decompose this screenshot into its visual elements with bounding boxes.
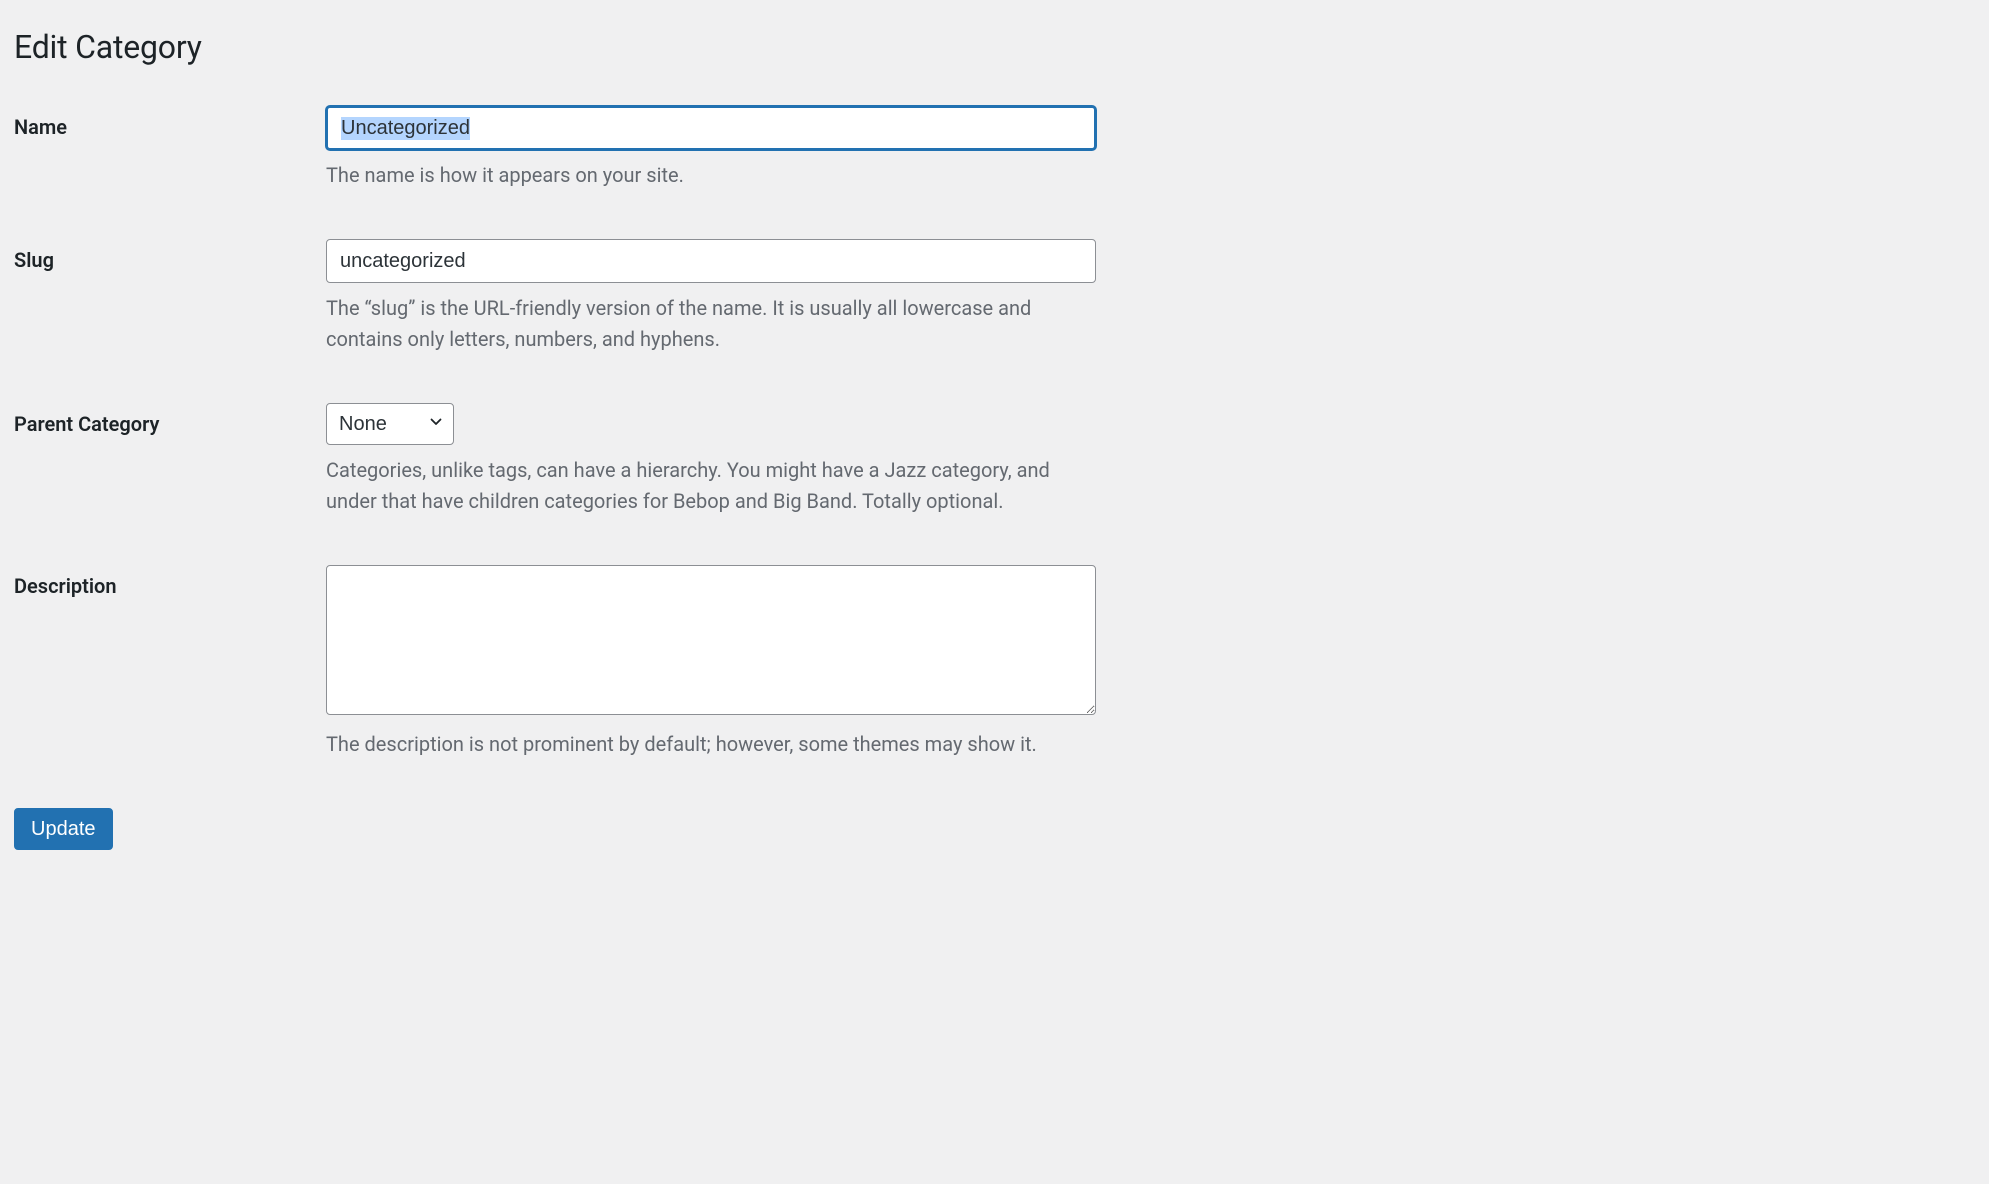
submit-row: Update — [14, 808, 1975, 850]
parent-help-text: Categories, unlike tags, can have a hier… — [326, 455, 1096, 517]
slug-label: Slug — [14, 239, 326, 273]
field-row-slug: Slug The “slug” is the URL-friendly vers… — [14, 239, 1975, 355]
description-help-text: The description is not prominent by defa… — [326, 729, 1096, 760]
field-row-description: Description The description is not promi… — [14, 565, 1975, 760]
name-label: Name — [14, 106, 326, 140]
field-row-parent: Parent Category None Categories, unlike … — [14, 403, 1975, 517]
edit-category-form: Name The name is how it appears on your … — [14, 106, 1975, 760]
field-row-name: Name The name is how it appears on your … — [14, 106, 1975, 191]
name-help-text: The name is how it appears on your site. — [326, 160, 1096, 191]
slug-help-text: The “slug” is the URL-friendly version o… — [326, 293, 1096, 355]
update-button[interactable]: Update — [14, 808, 113, 850]
parent-category-select[interactable]: None — [326, 403, 454, 445]
page-title: Edit Category — [14, 28, 1975, 66]
description-textarea[interactable] — [326, 565, 1096, 715]
description-label: Description — [14, 565, 326, 599]
slug-input[interactable] — [326, 239, 1096, 283]
name-input[interactable] — [326, 106, 1096, 150]
parent-label: Parent Category — [14, 403, 326, 437]
